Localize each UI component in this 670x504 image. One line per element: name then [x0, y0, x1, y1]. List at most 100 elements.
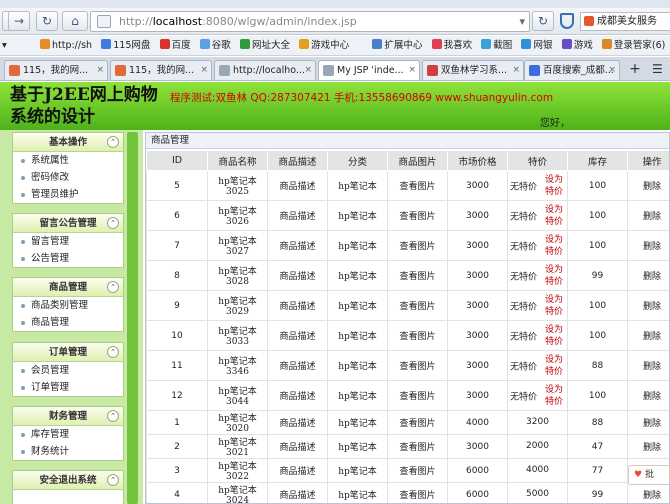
- sidebar-item-orders[interactable]: 订单管理: [13, 379, 123, 396]
- favorite-item[interactable]: 截图: [481, 36, 512, 55]
- cell-view-image-link[interactable]: 查看图片: [387, 320, 448, 351]
- cell-desc-link[interactable]: 商品描述: [267, 290, 328, 321]
- set-special-link[interactable]: 设为特价: [543, 384, 565, 408]
- dropdown-icon[interactable]: ▾: [519, 12, 525, 31]
- sidebar-item-inventory[interactable]: 库存管理: [13, 426, 123, 443]
- cell-desc-link[interactable]: 商品描述: [267, 170, 328, 201]
- shield-icon[interactable]: [560, 13, 574, 29]
- favorite-item[interactable]: 我喜欢: [431, 36, 472, 55]
- cell-delete-link[interactable]: 删除: [627, 482, 669, 503]
- sidebar-item-categories[interactable]: 商品类别管理: [13, 297, 123, 314]
- tab-6[interactable]: 百度搜索_成都... ×: [524, 60, 620, 80]
- tab-2[interactable]: 115，我的网... ×: [110, 60, 212, 80]
- cell-view-image-link[interactable]: 查看图片: [387, 482, 448, 503]
- set-special-link[interactable]: 设为特价: [543, 354, 565, 378]
- refresh-icon[interactable]: ↻: [36, 11, 58, 31]
- collapse-icon[interactable]: ⌃: [107, 410, 119, 422]
- sidebar-item-password[interactable]: 密码修改: [13, 169, 123, 186]
- sidebar-item-products[interactable]: 商品管理: [13, 314, 123, 331]
- cell-view-image-link[interactable]: 查看图片: [387, 458, 448, 483]
- close-icon[interactable]: ×: [304, 61, 312, 80]
- home-icon[interactable]: ⌂: [62, 11, 88, 31]
- cell-desc-link[interactable]: 商品描述: [267, 434, 328, 459]
- cell-view-image-link[interactable]: 查看图片: [387, 200, 448, 231]
- close-icon[interactable]: ×: [408, 61, 416, 80]
- cell-delete-link[interactable]: 删除: [627, 350, 669, 381]
- cell-desc-link[interactable]: 商品描述: [267, 260, 328, 291]
- cell-desc-link[interactable]: 商品描述: [267, 320, 328, 351]
- favorite-item[interactable]: 扩展中心: [372, 36, 422, 55]
- set-special-link[interactable]: 设为特价: [543, 294, 565, 318]
- cell-delete-link[interactable]: 删除: [627, 260, 669, 291]
- sidebar-item-finance-stats[interactable]: 财务统计: [13, 443, 123, 460]
- collapse-icon[interactable]: ⌃: [107, 474, 119, 486]
- address-bar[interactable]: http://localhost:8080/wlgw/admin/index.j…: [90, 11, 530, 32]
- tab-1[interactable]: 115，我的网... ×: [4, 60, 108, 80]
- cell-view-image-link[interactable]: 查看图片: [387, 380, 448, 411]
- sidebar-item-members[interactable]: 会员管理: [13, 362, 123, 379]
- favorite-item[interactable]: http://sh: [39, 36, 92, 55]
- cell-delete-link[interactable]: 删除: [627, 434, 669, 459]
- cell-view-image-link[interactable]: 查看图片: [387, 260, 448, 291]
- cell-delete-link[interactable]: 删除: [627, 410, 669, 435]
- collapse-icon[interactable]: ⌃: [107, 136, 119, 148]
- cell-desc-link[interactable]: 商品描述: [267, 350, 328, 381]
- new-tab-button[interactable]: +: [624, 60, 646, 80]
- sidebar-item-system-props[interactable]: 系统属性: [13, 152, 123, 169]
- cell-desc-link[interactable]: 商品描述: [267, 482, 328, 503]
- tab-list-icon[interactable]: ☰: [652, 60, 670, 80]
- cell-delete-link[interactable]: 删除: [627, 200, 669, 231]
- feedback-button[interactable]: ♥ 批: [628, 465, 670, 485]
- sidebar-group-header[interactable]: 财务管理 ⌃: [13, 407, 123, 426]
- favorite-item[interactable]: 游戏: [561, 36, 593, 55]
- sidebar-group-header[interactable]: 订单管理 ⌃: [13, 343, 123, 362]
- cell-desc-link[interactable]: 商品描述: [267, 230, 328, 261]
- sidebar-item-messages[interactable]: 留言管理: [13, 233, 123, 250]
- favorite-item[interactable]: 谷歌: [199, 36, 231, 55]
- cell-view-image-link[interactable]: 查看图片: [387, 350, 448, 381]
- cell-view-image-link[interactable]: 查看图片: [387, 170, 448, 201]
- close-icon[interactable]: ×: [96, 61, 104, 80]
- collapse-icon[interactable]: ⌃: [107, 346, 119, 358]
- cell-view-image-link[interactable]: 查看图片: [387, 410, 448, 435]
- cell-view-image-link[interactable]: 查看图片: [387, 230, 448, 261]
- favorite-item[interactable]: 登录管家(6): [601, 36, 665, 55]
- search-box[interactable]: 成都美女服务: [580, 12, 670, 31]
- cell-delete-link[interactable]: 删除: [627, 230, 669, 261]
- cell-desc-link[interactable]: 商品描述: [267, 200, 328, 231]
- set-special-link[interactable]: 设为特价: [543, 324, 565, 348]
- close-icon[interactable]: ×: [608, 61, 616, 80]
- sidebar-group-header[interactable]: 商品管理 ⌃: [13, 278, 123, 297]
- forward-button[interactable]: →: [8, 11, 30, 31]
- close-icon[interactable]: ×: [200, 61, 208, 80]
- favorite-item[interactable]: 百度: [159, 36, 191, 55]
- favorite-item[interactable]: 网银: [521, 36, 553, 55]
- sidebar-group-header[interactable]: 基本操作 ⌃: [13, 133, 123, 152]
- sidebar-group-header[interactable]: 留言公告管理 ⌃: [13, 214, 123, 233]
- collapse-icon[interactable]: ⌃: [107, 217, 119, 229]
- sidebar-toggle-bar[interactable]: [127, 132, 138, 504]
- url-refresh-icon[interactable]: ↻: [532, 11, 554, 31]
- tab-5[interactable]: 双鱼林学习系... ×: [422, 60, 524, 80]
- sidebar-item-admins[interactable]: 管理员维护: [13, 186, 123, 203]
- cell-view-image-link[interactable]: 查看图片: [387, 290, 448, 321]
- set-special-link[interactable]: 设为特价: [543, 204, 565, 228]
- favorites-menu[interactable]: ▾: [2, 36, 7, 55]
- cell-desc-link[interactable]: 商品描述: [267, 380, 328, 411]
- cell-delete-link[interactable]: 删除: [627, 380, 669, 411]
- cell-delete-link[interactable]: 删除: [627, 320, 669, 351]
- collapse-icon[interactable]: ⌃: [107, 281, 119, 293]
- favorite-item[interactable]: 游戏中心: [299, 36, 349, 55]
- set-special-link[interactable]: 设为特价: [543, 174, 565, 198]
- tab-3[interactable]: http://localho... ×: [214, 60, 316, 80]
- set-special-link[interactable]: 设为特价: [543, 264, 565, 288]
- favorite-item[interactable]: 115网盘: [101, 36, 150, 55]
- sidebar-item-notices[interactable]: 公告管理: [13, 250, 123, 267]
- set-special-link[interactable]: 设为特价: [543, 234, 565, 258]
- cell-desc-link[interactable]: 商品描述: [267, 410, 328, 435]
- cell-delete-link[interactable]: 删除: [627, 290, 669, 321]
- favorite-item[interactable]: 网址大全: [239, 36, 290, 55]
- sidebar-group-header[interactable]: 安全退出系统 ⌃: [13, 471, 123, 490]
- cell-view-image-link[interactable]: 查看图片: [387, 434, 448, 459]
- tab-4-active[interactable]: My JSP 'inde... ×: [318, 60, 420, 80]
